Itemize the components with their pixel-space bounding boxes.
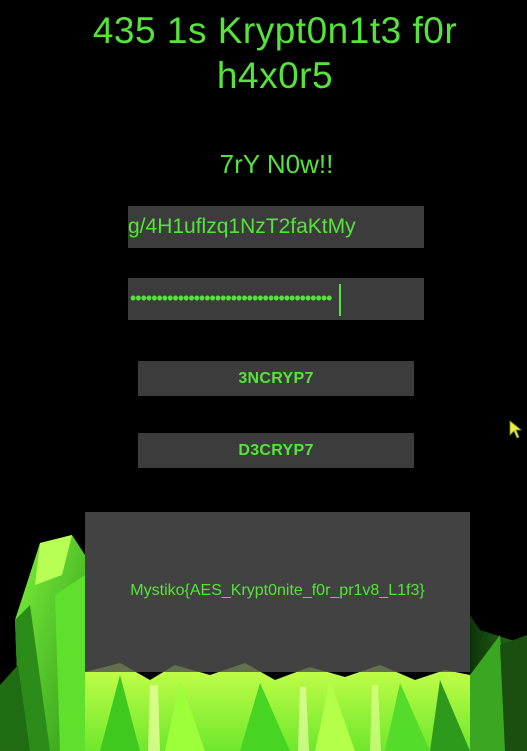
page-subtitle: 7rY N0w!! — [219, 149, 334, 179]
decrypt-button[interactable]: D3CRYP7 — [138, 433, 414, 468]
key-input-value: g/4H1uflzq1NzT2faKtMy — [128, 215, 356, 238]
text-caret — [339, 284, 341, 316]
encrypt-button[interactable]: 3NCRYP7 — [138, 361, 414, 396]
password-input[interactable]: •••••••••••••••••••••••••••••••••••••• — [128, 278, 424, 320]
password-input-mask: •••••••••••••••••••••••••••••••••••••• — [130, 288, 332, 308]
output-text: Mystiko{AES_Krypt0nite_f0r_pr1v8_L1f3} — [130, 582, 425, 599]
output-panel: Mystiko{AES_Krypt0nite_f0r_pr1v8_L1f3} — [85, 512, 470, 672]
app-screen: 435 1s Krypt0n1t3 f0r h4x0r5 7rY N0w!! g… — [0, 0, 527, 751]
key-input[interactable]: g/4H1uflzq1NzT2faKtMy — [128, 206, 424, 248]
page-title: 435 1s Krypt0n1t3 f0r h4x0r5 — [92, 10, 458, 96]
mouse-pointer-icon — [509, 420, 523, 439]
